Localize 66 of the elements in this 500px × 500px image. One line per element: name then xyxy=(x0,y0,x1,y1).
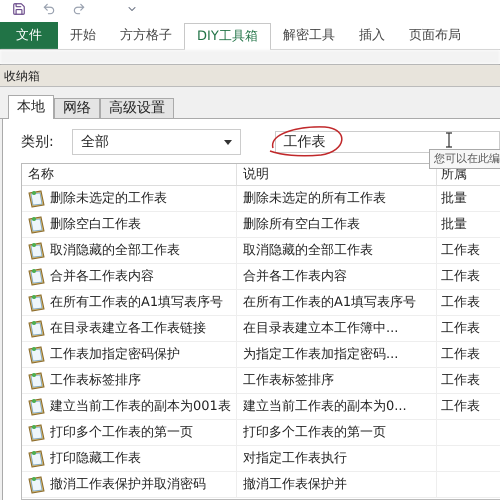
table-cell-text: 工作表 xyxy=(441,242,480,260)
ribbon-tab[interactable]: 解密工具 xyxy=(270,22,347,49)
item-name[interactable]: 撤消工作表保护并取消密码 xyxy=(50,474,206,494)
clipboard-icon xyxy=(26,448,46,468)
ribbon-tab[interactable]: 页面布局 xyxy=(396,22,473,49)
item-name[interactable]: 建立当前工作表的副本为001表 xyxy=(50,396,231,416)
dropdown-arrow-icon xyxy=(224,140,232,144)
clipboard-icon xyxy=(26,292,46,312)
table-cell-text: 取消隐藏的全部工作表 xyxy=(243,242,373,260)
clipboard-icon xyxy=(26,396,46,416)
item-name[interactable]: 在目录表建立各工作表链接 xyxy=(50,318,206,338)
clipboard-icon xyxy=(26,370,46,390)
item-name[interactable]: 打印隐藏工作表 xyxy=(50,448,141,468)
table-cell-text: 批量 xyxy=(441,216,467,234)
clipboard-icon xyxy=(26,422,46,442)
item-name[interactable]: 取消隐藏的全部工作表 xyxy=(50,240,180,260)
column-header[interactable]: 名称 xyxy=(22,164,237,185)
ribbon-tab[interactable]: 开始 xyxy=(58,22,108,49)
item-name[interactable]: 工作表标签排序 xyxy=(50,370,141,390)
table-cell-text: 合并各工作表内容 xyxy=(243,268,347,286)
dialog-tab[interactable]: 网络 xyxy=(54,98,100,118)
clipboard-icon xyxy=(26,188,46,208)
category-dropdown[interactable]: 全部 xyxy=(72,129,241,155)
table-cell-text: 删除未选定的所有工作表 xyxy=(243,190,386,208)
dialog-tab[interactable]: 高级设置 xyxy=(100,98,174,118)
item-name[interactable]: 工作表加指定密码保护 xyxy=(50,344,180,364)
save-icon[interactable] xyxy=(12,2,26,16)
ribbon-tab[interactable]: DIY工具箱 xyxy=(184,23,271,50)
table-cell-text: 工作表 xyxy=(441,346,480,364)
table-cell-text: 在目录表建立本工作簿中... xyxy=(243,320,398,338)
table-cell-text: 工作表标签排序 xyxy=(243,372,334,390)
clipboard-icon xyxy=(26,240,46,260)
ribbon-tab[interactable]: 文件 xyxy=(0,22,58,49)
ribbon-tab[interactable]: 插入 xyxy=(346,22,397,49)
table-cell-text: 工作表 xyxy=(441,268,480,286)
category-label: 类别: xyxy=(21,132,55,152)
table-cell-text: 删除所有空白工作表 xyxy=(243,216,360,234)
table-cell-text: 对指定工作表执行 xyxy=(243,450,347,468)
clipboard-icon xyxy=(26,266,46,286)
table-cell-text: 工作表 xyxy=(441,398,480,416)
table-cell-text: 打印多个工作表的第一页 xyxy=(243,424,386,442)
table-cell-text: 批量 xyxy=(441,190,467,208)
clipboard-icon xyxy=(26,474,46,494)
redo-icon[interactable] xyxy=(72,2,86,16)
table-cell-text: 工作表 xyxy=(441,372,480,390)
dialog-title: 收纳箱 xyxy=(4,68,40,84)
item-name[interactable]: 在所有工作表的A1填写表序号 xyxy=(50,292,224,312)
item-name[interactable]: 合并各工作表内容 xyxy=(50,266,154,286)
item-name[interactable]: 删除未选定的工作表 xyxy=(50,188,167,208)
ribbon-tab[interactable]: 方方格子 xyxy=(108,22,184,49)
column-header[interactable]: 说明 xyxy=(237,164,437,185)
clipboard-icon xyxy=(26,344,46,364)
clipboard-icon xyxy=(26,318,46,338)
table-cell-text: 建立当前工作表的副本为0... xyxy=(243,398,407,416)
table-cell-text: 工作表 xyxy=(441,320,480,338)
item-name[interactable]: 打印多个工作表的第一页 xyxy=(50,422,193,442)
item-name[interactable]: 删除空白工作表 xyxy=(50,214,141,234)
table-cell-text: 撤消工作表保护并 xyxy=(243,476,347,494)
text-cursor-icon xyxy=(445,132,453,148)
table-cell-text: 工作表 xyxy=(441,294,480,312)
dialog-tab[interactable]: 本地 xyxy=(8,95,54,119)
clipboard-icon xyxy=(26,214,46,234)
table-cell-text: 在所有工作表的A1填写表序号 xyxy=(243,294,416,312)
undo-icon[interactable] xyxy=(42,2,56,16)
tooltip: 您可以在此编 xyxy=(429,149,500,169)
table-cell-text: 为指定工作表加指定密码... xyxy=(243,346,398,364)
